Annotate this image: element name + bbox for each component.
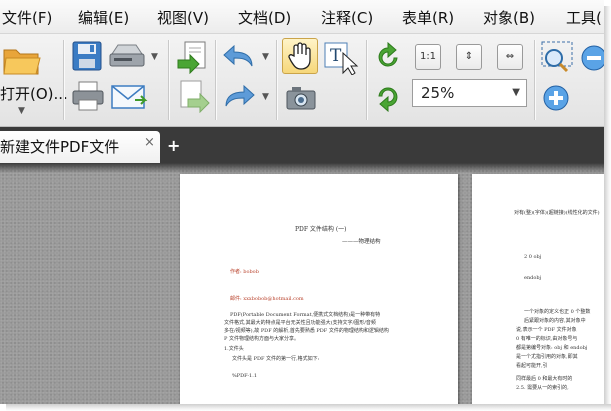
open-label: 打开(O)... [0,85,68,103]
window-shadow [6,404,611,411]
page2-line: 对有(整)(字体)(超链接)(线性化的文件) [514,210,600,216]
fit-page-button[interactable]: ⇕ [456,44,482,70]
print-icon[interactable] [71,80,105,112]
fit-width-icon: ⇔ [505,51,515,62]
undo-icon[interactable] [222,44,256,72]
page1-code: %PDF-1.1 [232,373,258,379]
page1-line: 多在/视频等),故 PDF 的解析,首先要熟悉 PDF 文件的物理结构和逻辑结构 [224,328,389,334]
menu-comment[interactable]: 注释(C) [321,7,373,28]
zoom-out-icon[interactable] [580,44,604,72]
page1-email: 邮件: xxxbobob@hotmail.com [230,296,304,302]
separator [366,40,367,120]
rotate-right-icon[interactable] [373,82,403,112]
export-document-icon[interactable] [176,79,210,113]
redo-icon[interactable] [222,84,256,112]
toolbar: 打开(O)... ▼ ▼ ▼ ▼ T 1:1 ⇕ ⇔ 25% ▼ [0,34,604,127]
page1-line: 文件头是 PDF 文件的第一行,格式如下: [232,356,320,362]
menu-form[interactable]: 表单(R) [402,7,454,28]
hand-icon [288,42,311,70]
menu-document[interactable]: 文档(D) [238,7,291,28]
svg-text:T: T [330,46,342,66]
save-icon[interactable] [71,40,103,72]
page2-line: 2.5. 需要从一的索引的, [516,385,569,391]
separator [215,40,216,120]
folder-icon [3,49,41,75]
page1-line: 文件格式,其最大的特点是平台无关性且功能强大(支持文字/图形/音频 [224,320,376,326]
undo-dropdown-icon[interactable]: ▼ [262,52,269,62]
marquee-zoom-icon[interactable] [540,40,576,74]
workspace-shadow [0,163,604,173]
menu-edit[interactable]: 编辑(E) [78,7,129,28]
page2-line: endobj [524,275,542,281]
tab-document[interactable]: 新建文件PDF文件 × [0,131,160,163]
separator [168,40,169,120]
page1-heading: 1.文件头 [224,346,244,352]
page1-line: P 文件物理结构方面与大家分享。 [224,336,299,342]
page1-title: PDF 文件结构 (一) [295,226,347,233]
page2-line: 看起可能开,引 [516,363,548,369]
menu-file[interactable]: 文件(F) [2,7,52,28]
page-thumbnail-2[interactable]: 对有(整)(字体)(超链接)(线性化的文件) 2 0 obj endobj 一个… [472,174,604,404]
open-button[interactable]: 打开(O)... ▼ [0,38,68,122]
menu-tools[interactable]: 工具( [566,7,602,28]
tab-document-label: 新建文件PDF文件 [0,138,120,156]
page2-line: 0 有唯一的标识,由对象号与 [516,336,578,342]
separator [276,40,277,120]
email-icon[interactable] [109,80,149,112]
actual-size-button[interactable]: 1:1 [415,44,441,70]
zoom-select[interactable]: 25% ▼ [412,79,527,107]
scanner-icon[interactable] [108,42,146,70]
camera-icon[interactable] [286,86,316,110]
redo-dropdown-icon[interactable]: ▼ [262,92,269,102]
page1-author: 作者: bobob [230,269,259,275]
page2-line: 同样最后 0 和最大有时的 [516,376,573,382]
actual-size-label: 1:1 [419,51,437,62]
chevron-down-icon: ▼ [512,87,520,98]
page2-line: 是一个尤指引用的对象,即其 [516,354,578,360]
fit-page-icon: ⇕ [464,51,474,62]
zoom-value: 25% [421,84,455,102]
separator [534,40,535,120]
close-icon[interactable]: × [144,135,155,150]
fit-width-button[interactable]: ⇔ [497,44,523,70]
select-text-icon[interactable]: T [323,41,359,75]
import-document-icon[interactable] [176,40,210,74]
scanner-dropdown-icon[interactable]: ▼ [151,52,158,62]
tab-bar: 新建文件PDF文件 × + [0,127,604,163]
app-window: 文件(F) 编辑(E) 视图(V) 文档(D) 注释(C) 表单(R) 对象(B… [0,0,604,404]
new-tab-button[interactable]: + [167,138,180,154]
window-shadow [604,6,611,411]
separator [63,40,64,120]
page2-line: 后紧跟对象的内容,其对象中 [524,318,586,324]
page1-line: PDF(Portable Document Format,便携式文档结构)是一种… [230,312,381,318]
menu-view[interactable]: 视图(V) [157,7,209,28]
hand-tool-button[interactable] [282,38,318,74]
page2-line: 2 0 obj [524,254,542,260]
rotate-left-icon[interactable] [373,42,403,72]
menubar: 文件(F) 编辑(E) 视图(V) 文档(D) 注释(C) 表单(R) 对象(B… [0,0,604,34]
page2-line: 一个对象的定义也正 0 个整数 [524,309,591,315]
menu-object[interactable]: 对象(B) [483,7,535,28]
document-workspace[interactable]: PDF 文件结构 (一) ———物理结构 作者: bobob 邮件: xxxbo… [0,163,604,404]
page2-line: 说,表示一个 PDF 文件对象 [516,327,577,333]
page1-subtitle: ———物理结构 [342,239,381,245]
page-thumbnail-1[interactable]: PDF 文件结构 (一) ———物理结构 作者: bobob 邮件: xxxbo… [180,174,458,404]
zoom-in-icon[interactable] [542,84,570,112]
chevron-down-icon: ▼ [18,106,25,116]
page2-line: 都是第编号对象: obj 和 endobj [516,345,588,351]
